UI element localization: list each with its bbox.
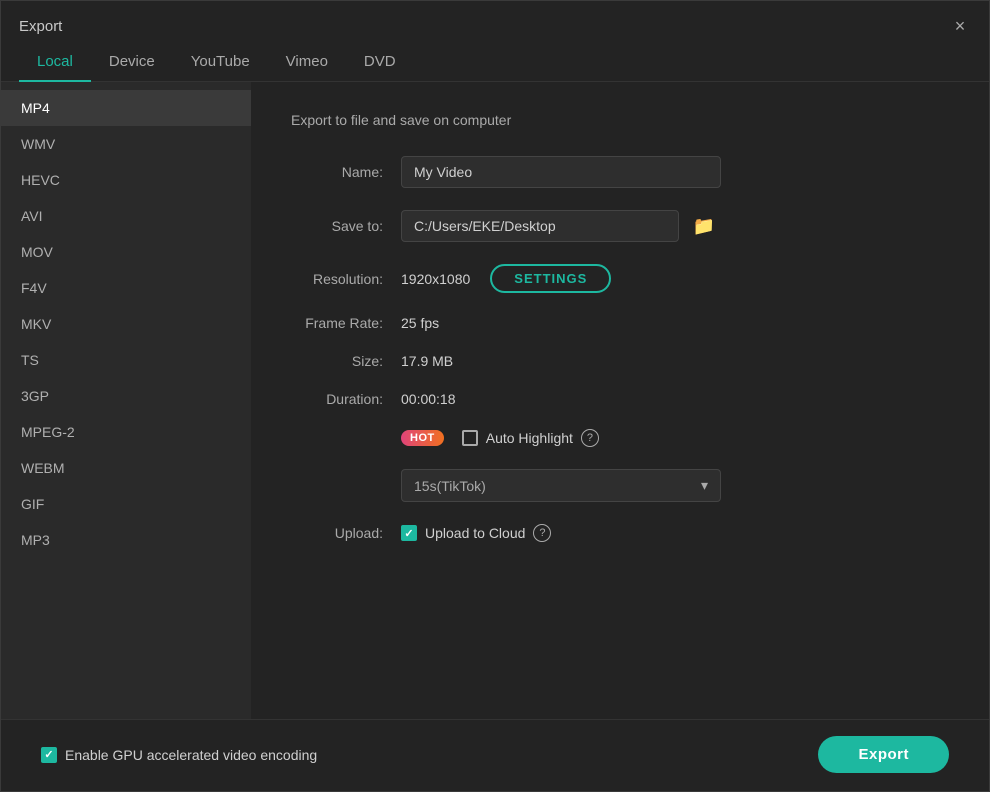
- save-to-input[interactable]: [401, 210, 679, 242]
- tab-dvd[interactable]: DVD: [346, 45, 414, 82]
- tiktok-dropdown[interactable]: 15s(TikTok) ▾: [401, 469, 721, 502]
- tab-bar: Local Device YouTube Vimeo DVD: [1, 45, 989, 82]
- sidebar-item-3gp[interactable]: 3GP: [1, 378, 251, 414]
- upload-help-icon[interactable]: ?: [533, 524, 551, 542]
- resolution-label: Resolution:: [291, 271, 401, 287]
- upload-group: Upload to Cloud ?: [401, 524, 551, 542]
- resolution-row: Resolution: 1920x1080 SETTINGS: [291, 264, 949, 293]
- upload-to-cloud-checkbox[interactable]: [401, 525, 417, 541]
- title-bar: Export ×: [1, 1, 989, 45]
- duration-label: Duration:: [291, 391, 401, 407]
- close-button[interactable]: ×: [949, 15, 971, 37]
- gpu-label: Enable GPU accelerated video encoding: [65, 747, 317, 763]
- sidebar-item-avi[interactable]: AVI: [1, 198, 251, 234]
- export-button[interactable]: Export: [818, 736, 949, 773]
- sidebar-item-webm[interactable]: WEBM: [1, 450, 251, 486]
- sidebar-item-wmv[interactable]: WMV: [1, 126, 251, 162]
- settings-button[interactable]: SETTINGS: [490, 264, 611, 293]
- save-to-label: Save to:: [291, 218, 401, 234]
- auto-highlight-label: Auto Highlight: [486, 430, 573, 446]
- gpu-row: Enable GPU accelerated video encoding: [41, 747, 317, 763]
- content-area: MP4 WMV HEVC AVI MOV F4V MKV TS 3GP MPEG…: [1, 82, 989, 719]
- sidebar-item-mp4[interactable]: MP4: [1, 90, 251, 126]
- gpu-checkbox[interactable]: [41, 747, 57, 763]
- dialog-title: Export: [19, 18, 62, 35]
- sidebar-item-mkv[interactable]: MKV: [1, 306, 251, 342]
- tiktok-row: 15s(TikTok) ▾: [401, 469, 949, 502]
- main-panel: Export to file and save on computer Name…: [251, 82, 989, 719]
- frame-rate-label: Frame Rate:: [291, 315, 401, 331]
- auto-highlight-group: HOT Auto Highlight ?: [401, 429, 599, 447]
- frame-rate-row: Frame Rate: 25 fps: [291, 315, 949, 331]
- size-row: Size: 17.9 MB: [291, 353, 949, 369]
- sidebar-item-hevc[interactable]: HEVC: [1, 162, 251, 198]
- upload-label: Upload:: [291, 525, 401, 541]
- tab-device[interactable]: Device: [91, 45, 173, 82]
- save-to-group: 📁: [401, 210, 721, 242]
- sidebar: MP4 WMV HEVC AVI MOV F4V MKV TS 3GP MPEG…: [1, 82, 251, 719]
- sidebar-item-mp3[interactable]: MP3: [1, 522, 251, 558]
- size-value: 17.9 MB: [401, 353, 453, 369]
- frame-rate-value: 25 fps: [401, 315, 439, 331]
- upload-to-cloud-label: Upload to Cloud: [425, 525, 525, 541]
- sidebar-item-mpeg2[interactable]: MPEG-2: [1, 414, 251, 450]
- name-input[interactable]: [401, 156, 721, 188]
- size-label: Size:: [291, 353, 401, 369]
- tab-local[interactable]: Local: [19, 45, 91, 82]
- name-row: Name:: [291, 156, 949, 188]
- auto-highlight-row: HOT Auto Highlight ?: [291, 429, 949, 447]
- folder-browse-button[interactable]: 📁: [687, 212, 721, 241]
- tiktok-option-label: 15s(TikTok): [414, 478, 486, 494]
- auto-highlight-checkbox[interactable]: [462, 430, 478, 446]
- section-title: Export to file and save on computer: [291, 112, 949, 128]
- sidebar-item-gif[interactable]: GIF: [1, 486, 251, 522]
- auto-highlight-help-icon[interactable]: ?: [581, 429, 599, 447]
- resolution-value: 1920x1080: [401, 271, 470, 287]
- sidebar-item-ts[interactable]: TS: [1, 342, 251, 378]
- duration-value: 00:00:18: [401, 391, 456, 407]
- tab-youtube[interactable]: YouTube: [173, 45, 268, 82]
- bottom-bar: Enable GPU accelerated video encoding Ex…: [1, 719, 989, 791]
- sidebar-item-mov[interactable]: MOV: [1, 234, 251, 270]
- name-label: Name:: [291, 164, 401, 180]
- upload-row: Upload: Upload to Cloud ?: [291, 524, 949, 542]
- chevron-down-icon: ▾: [701, 477, 708, 494]
- duration-row: Duration: 00:00:18: [291, 391, 949, 407]
- save-to-row: Save to: 📁: [291, 210, 949, 242]
- export-dialog: Export × Local Device YouTube Vimeo DVD …: [0, 0, 990, 792]
- hot-badge: HOT: [401, 430, 444, 446]
- sidebar-item-f4v[interactable]: F4V: [1, 270, 251, 306]
- tab-vimeo[interactable]: Vimeo: [268, 45, 346, 82]
- resolution-group: 1920x1080 SETTINGS: [401, 264, 611, 293]
